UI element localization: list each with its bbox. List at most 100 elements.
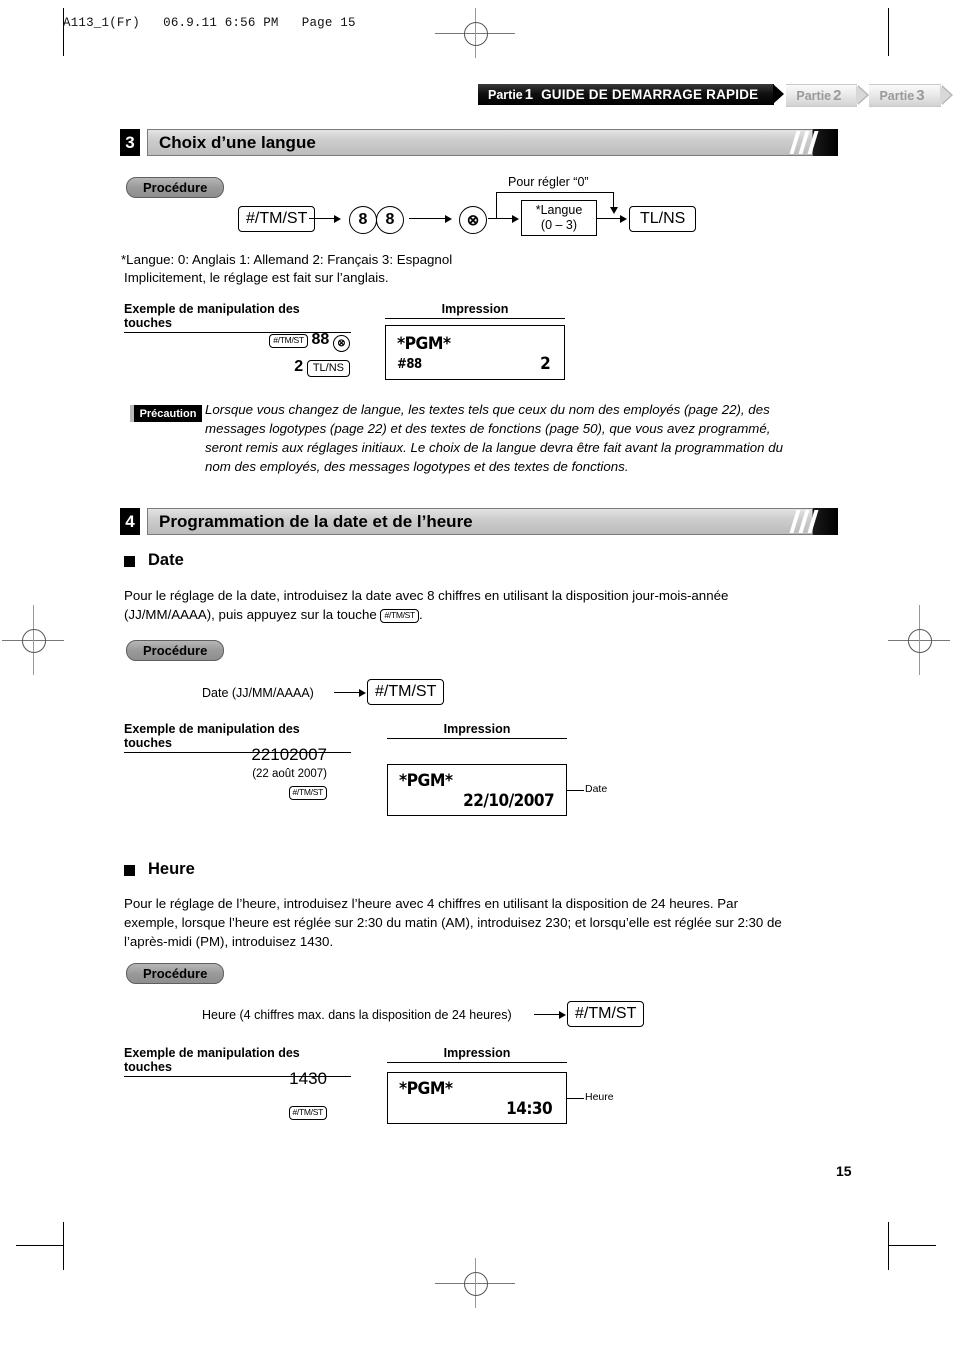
section-4-title: Programmation de la date et de l’heure: [159, 512, 473, 531]
heure-flow-label: Heure (4 chiffres max. dans la dispositi…: [202, 1008, 512, 1022]
heure-heading: Heure: [148, 860, 195, 878]
flow-box-langue-line1: *Langue: [535, 203, 583, 217]
tab-partie-1[interactable]: Partie 1 GUIDE DE DEMARRAGE RAPIDE: [478, 84, 787, 105]
flow-key-tlns[interactable]: TL/NS: [629, 206, 697, 232]
date-flow-key-tmst[interactable]: #/TM/ST: [367, 679, 445, 705]
flow-line-3: [488, 218, 514, 220]
receipt-langue-line1: *PGM*: [397, 334, 451, 354]
heure-callout-line: [567, 1098, 584, 1100]
date-body-line-2: (JJ/MM/AAAA), puis appuyez sur la touche…: [124, 605, 423, 624]
crop-mark-left-h: [16, 1245, 64, 1247]
date-flow-arrow-icon: [359, 689, 366, 697]
receipt-langue: *PGM* #88 2: [385, 325, 565, 380]
date-callout-label: Date: [585, 783, 608, 795]
date-callout-line: [567, 790, 584, 792]
receipt-date-line1: *PGM*: [399, 771, 453, 791]
flow-key-tmst[interactable]: #/TM/ST: [238, 206, 316, 232]
date-body-inline-key-tmst[interactable]: #/TM/ST: [380, 608, 419, 623]
tab-partie-3[interactable]: Partie 3: [869, 84, 953, 107]
procedure-pill-langue: Procédure: [126, 177, 225, 198]
impression-header-heure: Impression: [387, 1046, 567, 1063]
example-key-tmst-langue[interactable]: #/TM/ST: [269, 333, 308, 348]
bypass-line-horizontal: [496, 192, 614, 194]
heure-heading-bullet-icon: [124, 865, 135, 876]
flow-arrow-2-icon: [445, 215, 452, 223]
flow-key-multiply[interactable]: ⊗: [459, 206, 487, 234]
file-header-text: A113_1(Fr) 06.9.11 6:56 PM Page 15: [63, 16, 356, 30]
date-body-line-1: Pour le réglage de la date, introduisez …: [124, 588, 729, 603]
heure-flow-line: [534, 1014, 562, 1016]
example-keys-langue-row2: 2 TL/NS: [150, 357, 350, 377]
tab-partie-3-number: 3: [916, 87, 925, 104]
section-3-title: Choix d’une langue: [159, 133, 316, 152]
receipt-langue-line2-left: #88: [397, 357, 422, 372]
procedure-pill-date: Procédure: [126, 640, 225, 661]
section-3-band: 3 Choix d’une langue: [120, 129, 838, 156]
impression-header-date: Impression: [387, 722, 567, 739]
bypass-label-pour-regler-zero: Pour régler “0”: [508, 175, 589, 189]
example-keys-langue-row1: #/TM/ST 88 ⊗: [150, 330, 350, 352]
crop-mark-right-h: [888, 1245, 936, 1247]
receipt-langue-line2-right: 2: [539, 354, 551, 374]
flow-digit-8-first[interactable]: 8: [349, 206, 377, 234]
receipt-heure-line1: *PGM*: [399, 1079, 453, 1099]
tab-2-arrow-icon: [856, 85, 868, 105]
tab-partie-3-prefix: Partie: [879, 88, 915, 103]
date-flow-label: Date (JJ/MM/AAAA): [202, 686, 314, 700]
impression-header-langue: Impression: [385, 302, 565, 319]
langue-note-line-1: *Langue: 0: Anglais 1: Allemand 2: Franç…: [121, 252, 453, 267]
flow-arrow-3-icon: [512, 215, 519, 223]
heure-example-key-tmst[interactable]: #/TM/ST: [288, 1105, 327, 1120]
heure-flow-arrow-icon: [559, 1011, 566, 1019]
section-3-number: 3: [120, 129, 140, 156]
example-value-88: 88: [311, 331, 330, 348]
registration-mark-top: [435, 8, 515, 58]
bypass-line-vertical-left: [496, 192, 498, 219]
caution-badge: Précaution: [130, 405, 202, 422]
registration-mark-bottom: [435, 1258, 515, 1308]
caution-line-2: messages logotypes (page 22) et des text…: [205, 421, 771, 436]
registration-mark-left: [2, 605, 64, 675]
tab-partie-1-prefix: Partie: [488, 87, 523, 102]
flow-arrow-4-icon: [620, 215, 627, 223]
page-number: 15: [836, 1163, 852, 1179]
flow-box-langue[interactable]: *Langue (0 – 3): [521, 200, 597, 236]
registration-mark-right: [888, 605, 950, 675]
caution-line-1: Lorsque vous changez de langue, les text…: [205, 402, 770, 417]
tab-partie-2-number: 2: [833, 87, 842, 104]
tab-partie-2[interactable]: Partie 2: [786, 84, 870, 107]
example-key-tlns-langue[interactable]: TL/NS: [306, 360, 350, 377]
caution-line-4: nom des employés, des messages logotypes…: [205, 459, 629, 474]
heure-example-key-row: #/TM/ST: [150, 1102, 327, 1121]
tab-partie-2-prefix: Partie: [796, 88, 832, 103]
flow-box-langue-line2: (0 – 3): [540, 218, 578, 232]
heure-body-line-2: exemple, lorsque l’heure est réglée sur …: [124, 915, 782, 930]
example-key-multiply-langue[interactable]: ⊗: [333, 335, 350, 352]
receipt-date: *PGM* 22/10/2007: [387, 764, 567, 816]
receipt-heure-line2-right: 14:30: [505, 1099, 553, 1119]
heure-flow-key-tmst[interactable]: #/TM/ST: [567, 1001, 645, 1027]
flow-arrow-1-icon: [334, 215, 341, 223]
tab-3-arrow-icon: [939, 85, 951, 105]
date-body-line-2-pre: (JJ/MM/AAAA), puis appuyez sur la touche: [124, 607, 381, 622]
example-value-2: 2: [294, 358, 304, 375]
langue-note-line-2: Implicitement, le réglage est fait sur l…: [124, 270, 389, 285]
date-example-key-row: #/TM/ST: [150, 782, 327, 801]
bypass-arrowhead-icon: [610, 207, 618, 214]
receipt-date-line2-right: 22/10/2007: [463, 791, 554, 811]
example-header-langue: Exemple de manipulation des touches: [124, 302, 351, 333]
date-heading-bullet-icon: [124, 556, 135, 567]
date-body-line-2-post: .: [418, 607, 423, 622]
date-flow-line: [334, 692, 362, 694]
caution-line-3: seront remis aux réglages initiaux. Le c…: [205, 440, 783, 455]
heure-body-line-1: Pour le réglage de l’heure, introduisez …: [124, 896, 738, 911]
receipt-heure: *PGM* 14:30: [387, 1072, 567, 1124]
date-example-value: 22102007: [251, 745, 327, 764]
flow-digit-8-second[interactable]: 8: [376, 206, 404, 234]
date-example-key-tmst[interactable]: #/TM/ST: [288, 785, 327, 800]
date-heading: Date: [148, 551, 184, 569]
heure-callout-label: Heure: [585, 1091, 614, 1103]
tab-1-arrow-icon: [773, 84, 785, 104]
heure-body-line-3: l’après-midi (PM), introduisez 1430.: [124, 934, 334, 949]
tab-partie-1-label: GUIDE DE DEMARRAGE RAPIDE: [541, 87, 759, 102]
